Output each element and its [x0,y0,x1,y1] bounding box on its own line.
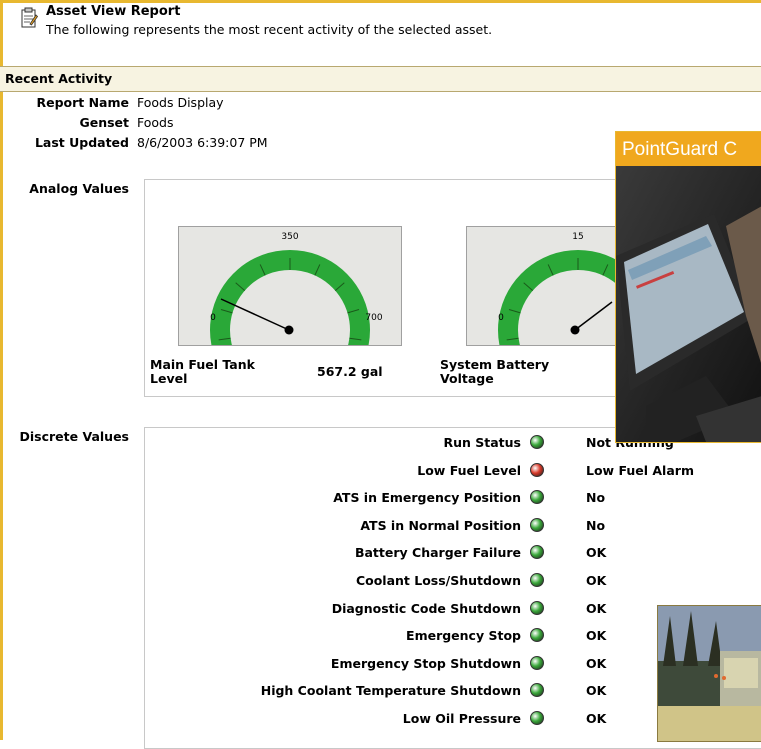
discrete-row-label: Run Status [443,435,521,450]
battery-voltage-gauge-name: System Battery Voltage [440,357,550,386]
gauge-min-label: 0 [210,313,216,323]
status-indicator-icon [530,655,544,670]
discrete-row: ATS in Normal Position No [115,517,761,545]
pointguard-banner: PointGuard C [616,132,761,166]
report-name-label: Report Name [36,95,129,110]
discrete-row-value: OK [586,628,607,644]
discrete-row-label: Low Oil Pressure [402,711,521,726]
discrete-row-label: Battery Charger Failure [354,545,521,561]
discrete-row-label: Low Fuel Level [417,462,521,478]
discrete-row-value: OK [586,655,607,671]
discrete-row-label: ATS in Normal Position [360,517,521,533]
discrete-row-label: Diagnostic Code Shutdown [331,600,521,616]
fuel-tank-gauge-name: Main Fuel Tank Level [150,357,255,386]
discrete-row: Battery Charger Failure OK [115,545,761,572]
discrete-row-label: Emergency Stop Shutdown [330,655,521,671]
left-accent-bar [0,0,3,740]
genset-value: Foods [137,115,174,130]
generator-photo-overlay [657,605,761,742]
discrete-row: Low Fuel Level Low Fuel Alarm [115,462,761,490]
discrete-row-value: OK [586,600,607,616]
analog-values-label: Analog Values [29,181,129,196]
top-accent-line [0,0,761,3]
discrete-row-value: OK [586,683,607,699]
section-title: Recent Activity [5,71,113,86]
pointguard-banner-text: PointGuard C [622,139,738,160]
fuel-tank-gauge-value: 567.2 gal [317,364,383,379]
status-indicator-icon [530,545,544,560]
gauge-mid-label: 350 [281,232,298,242]
discrete-values-label: Discrete Values [19,429,130,444]
report-name-value: Foods Display [137,95,224,110]
discrete-row-value: No [586,490,606,506]
discrete-row-label: ATS in Emergency Position [333,490,521,506]
page-description: The following represents the most recent… [46,22,493,37]
status-indicator-icon [530,600,544,615]
last-updated-value: 8/6/2003 6:39:07 PM [137,135,268,150]
gauge-hub [284,325,294,335]
discrete-row-value: OK [586,573,607,588]
recent-activity-section-bar: Recent Activity [0,66,761,92]
discrete-row-value: OK [586,545,607,561]
discrete-row-value: Low Fuel Alarm [586,462,694,478]
discrete-row: ATS in Emergency Position No [115,490,761,517]
last-updated-label: Last Updated [34,135,129,150]
status-indicator-icon [530,711,544,725]
discrete-row-label: High Coolant Temperature Shutdown [260,683,521,699]
gauge-max-label: 700 [365,313,382,323]
status-indicator-icon [530,683,544,698]
discrete-row-label: Emergency Stop [406,628,521,644]
page-title: Asset View Report [46,4,181,19]
discrete-row-label: Coolant Loss/Shutdown [355,573,521,588]
discrete-row: Coolant Loss/Shutdown OK [115,573,761,600]
genset-label: Genset [79,115,129,130]
status-indicator-icon [530,435,544,449]
status-indicator-icon [530,628,544,643]
pointguard-photo-overlay: PointGuard C [615,131,761,443]
discrete-row-value: No [586,517,606,533]
gauge-needle [574,301,613,331]
computer-monitor-photo [616,166,761,442]
gauge-hub [570,325,580,335]
status-indicator-icon [530,462,544,477]
discrete-row-value: OK [586,711,607,726]
gauge-min-label: 0 [498,313,504,323]
status-indicator-icon [530,490,544,505]
report-icon [20,7,39,29]
fuel-tank-gauge: 0 350 700 [178,226,402,346]
status-indicator-icon [530,517,544,532]
gauge-mid-label: 15 [572,232,583,242]
status-indicator-icon [530,573,544,587]
